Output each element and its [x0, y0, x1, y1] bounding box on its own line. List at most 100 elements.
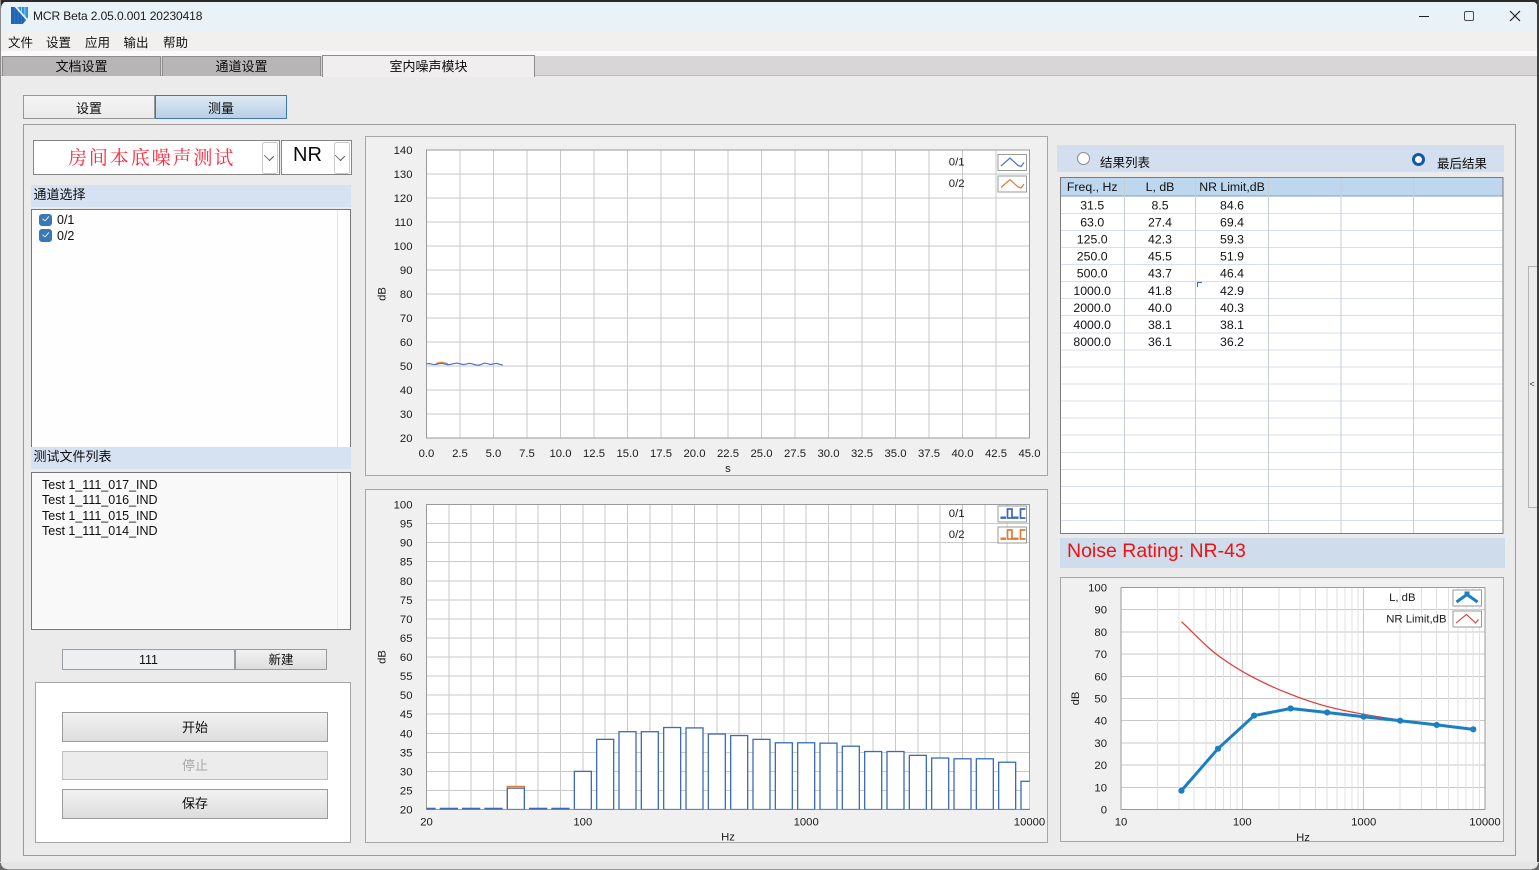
- svg-text:50: 50: [1094, 693, 1107, 705]
- svg-text:60: 60: [399, 337, 412, 349]
- svg-text:25: 25: [399, 785, 412, 797]
- svg-text:50: 50: [399, 361, 412, 373]
- svg-text:0.0: 0.0: [418, 448, 434, 460]
- svg-text:22.5: 22.5: [717, 448, 739, 460]
- svg-text:100: 100: [393, 499, 412, 511]
- svg-text:30: 30: [1094, 737, 1107, 749]
- svg-text:95: 95: [399, 518, 412, 530]
- svg-text:40: 40: [399, 385, 412, 397]
- svg-text:10: 10: [1094, 782, 1107, 794]
- svg-text:125.0: 125.0: [1077, 233, 1108, 247]
- svg-text:L, dB: L, dB: [1389, 592, 1415, 604]
- svg-text:0: 0: [1101, 804, 1107, 816]
- svg-text:100: 100: [1233, 816, 1252, 828]
- svg-text:40.3: 40.3: [1220, 301, 1244, 315]
- svg-text:38.1: 38.1: [1148, 318, 1172, 332]
- svg-text:41.8: 41.8: [1148, 284, 1172, 298]
- svg-text:40: 40: [399, 728, 412, 740]
- svg-text:42.9: 42.9: [1220, 284, 1244, 298]
- svg-text:40.0: 40.0: [951, 448, 973, 460]
- svg-text:5.0: 5.0: [485, 448, 501, 460]
- svg-text:dB: dB: [1070, 691, 1082, 705]
- svg-text:40.0: 40.0: [1148, 301, 1172, 315]
- svg-text:63.0: 63.0: [1080, 216, 1104, 230]
- svg-text:1000.0: 1000.0: [1073, 284, 1111, 298]
- svg-text:36.2: 36.2: [1220, 335, 1244, 349]
- svg-text:120: 120: [393, 193, 412, 205]
- svg-text:0/1: 0/1: [948, 156, 964, 168]
- svg-text:1000: 1000: [1351, 816, 1376, 828]
- svg-text:12.5: 12.5: [583, 448, 605, 460]
- svg-text:10000: 10000: [1013, 816, 1044, 828]
- svg-text:31.5: 31.5: [1080, 198, 1104, 212]
- svg-text:90: 90: [399, 265, 412, 277]
- svg-text:250.0: 250.0: [1077, 250, 1108, 264]
- svg-text:20: 20: [1094, 760, 1107, 772]
- svg-text:2.5: 2.5: [452, 448, 468, 460]
- svg-text:15.0: 15.0: [616, 448, 638, 460]
- svg-text:30: 30: [399, 766, 412, 778]
- svg-text:Freq., Hz: Freq., Hz: [1067, 180, 1118, 194]
- svg-text:110: 110: [394, 217, 412, 229]
- svg-text:Hz: Hz: [721, 831, 735, 843]
- svg-text:NR Limit,dB: NR Limit,dB: [1386, 613, 1446, 625]
- svg-text:100: 100: [573, 816, 592, 828]
- svg-text:70: 70: [399, 313, 412, 325]
- svg-text:51.9: 51.9: [1220, 250, 1244, 264]
- svg-text:45.0: 45.0: [1018, 448, 1040, 460]
- svg-text:8.5: 8.5: [1151, 198, 1168, 212]
- svg-text:s: s: [725, 463, 731, 475]
- svg-text:32.5: 32.5: [851, 448, 873, 460]
- svg-text:Hz: Hz: [1296, 832, 1310, 844]
- svg-text:8000.0: 8000.0: [1073, 335, 1111, 349]
- svg-text:75: 75: [399, 594, 412, 606]
- svg-text:60: 60: [1094, 671, 1107, 683]
- svg-text:46.4: 46.4: [1220, 267, 1244, 281]
- svg-text:70: 70: [399, 613, 412, 625]
- svg-text:42.3: 42.3: [1148, 233, 1172, 247]
- svg-text:17.5: 17.5: [650, 448, 672, 460]
- svg-text:1000: 1000: [793, 816, 818, 828]
- svg-text:55: 55: [399, 671, 412, 683]
- svg-text:90: 90: [1094, 604, 1107, 616]
- svg-text:43.7: 43.7: [1148, 267, 1172, 281]
- svg-text:30: 30: [399, 409, 412, 421]
- svg-text:L, dB: L, dB: [1146, 180, 1175, 194]
- svg-text:80: 80: [399, 289, 412, 301]
- svg-text:59.3: 59.3: [1220, 233, 1244, 247]
- svg-text:27.4: 27.4: [1148, 216, 1172, 230]
- svg-text:10: 10: [1115, 816, 1128, 828]
- svg-text:25.0: 25.0: [750, 448, 772, 460]
- svg-text:10000: 10000: [1469, 816, 1500, 828]
- svg-text:40: 40: [1094, 715, 1107, 727]
- svg-text:100: 100: [1088, 582, 1107, 594]
- svg-text:42.5: 42.5: [985, 448, 1007, 460]
- svg-text:85: 85: [399, 556, 412, 568]
- svg-text:7.5: 7.5: [519, 448, 535, 460]
- svg-text:2000.0: 2000.0: [1073, 301, 1111, 315]
- svg-text:130: 130: [393, 169, 412, 181]
- svg-text:90: 90: [399, 537, 412, 549]
- svg-text:38.1: 38.1: [1220, 318, 1244, 332]
- svg-text:70: 70: [1094, 649, 1107, 661]
- svg-text:0/2: 0/2: [948, 529, 964, 541]
- svg-text:45.5: 45.5: [1148, 250, 1172, 264]
- svg-text:20: 20: [420, 816, 433, 828]
- svg-text:84.6: 84.6: [1220, 198, 1244, 212]
- svg-text:30.0: 30.0: [817, 448, 839, 460]
- svg-text:35.0: 35.0: [884, 448, 906, 460]
- svg-text:80: 80: [399, 575, 412, 587]
- svg-text:45: 45: [399, 709, 412, 721]
- svg-text:20: 20: [399, 804, 412, 816]
- svg-text:20: 20: [399, 433, 412, 445]
- svg-text:60: 60: [399, 652, 412, 664]
- svg-text:0/2: 0/2: [948, 178, 964, 190]
- svg-text:20.0: 20.0: [683, 448, 705, 460]
- svg-text:NR Limit,dB: NR Limit,dB: [1199, 180, 1265, 194]
- svg-text:10.0: 10.0: [549, 448, 571, 460]
- svg-text:dB: dB: [376, 287, 388, 301]
- svg-text:dB: dB: [376, 650, 388, 664]
- svg-text:100: 100: [393, 241, 412, 253]
- svg-text:50: 50: [399, 690, 412, 702]
- svg-text:80: 80: [1094, 626, 1107, 638]
